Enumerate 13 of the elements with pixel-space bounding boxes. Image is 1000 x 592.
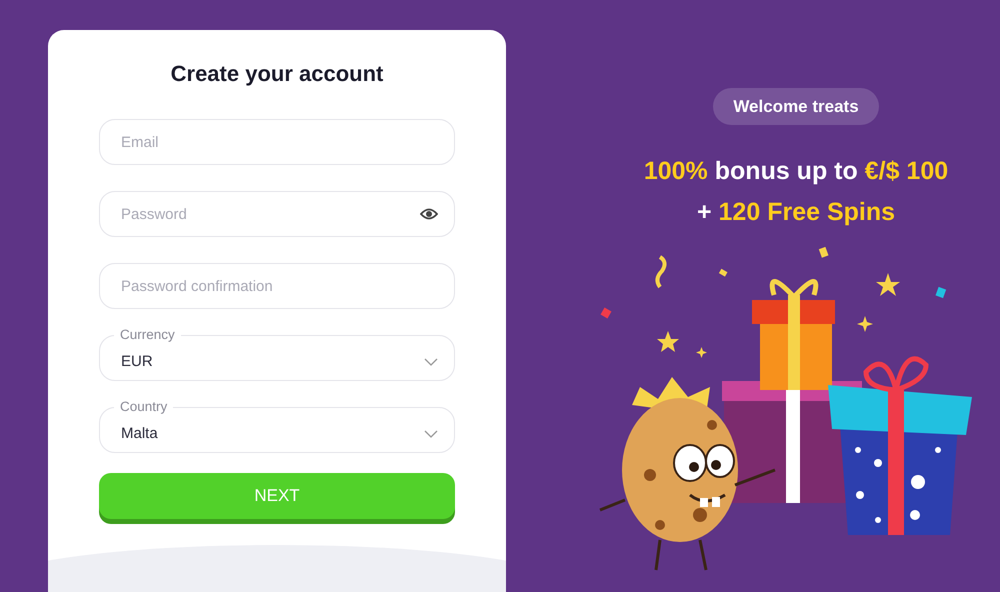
- input-field[interactable]: Email: [99, 119, 455, 165]
- eye-icon[interactable]: [420, 208, 438, 220]
- headline-text: €/$ 100: [864, 157, 948, 185]
- headline-text: bonus up to: [714, 157, 858, 185]
- headline-text: 120 Free Spins: [718, 198, 896, 226]
- input-field[interactable]: Password confirmation: [99, 263, 455, 309]
- form-title: Create your account: [170, 61, 384, 87]
- chevron-down-icon: [424, 430, 438, 438]
- password-field[interactable]: Password: [99, 191, 455, 237]
- welcome-badge: Welcome treats: [713, 88, 879, 125]
- chevron-down-icon: [424, 358, 438, 366]
- headline-text: +: [696, 198, 712, 226]
- headline-text: 100%: [644, 157, 708, 185]
